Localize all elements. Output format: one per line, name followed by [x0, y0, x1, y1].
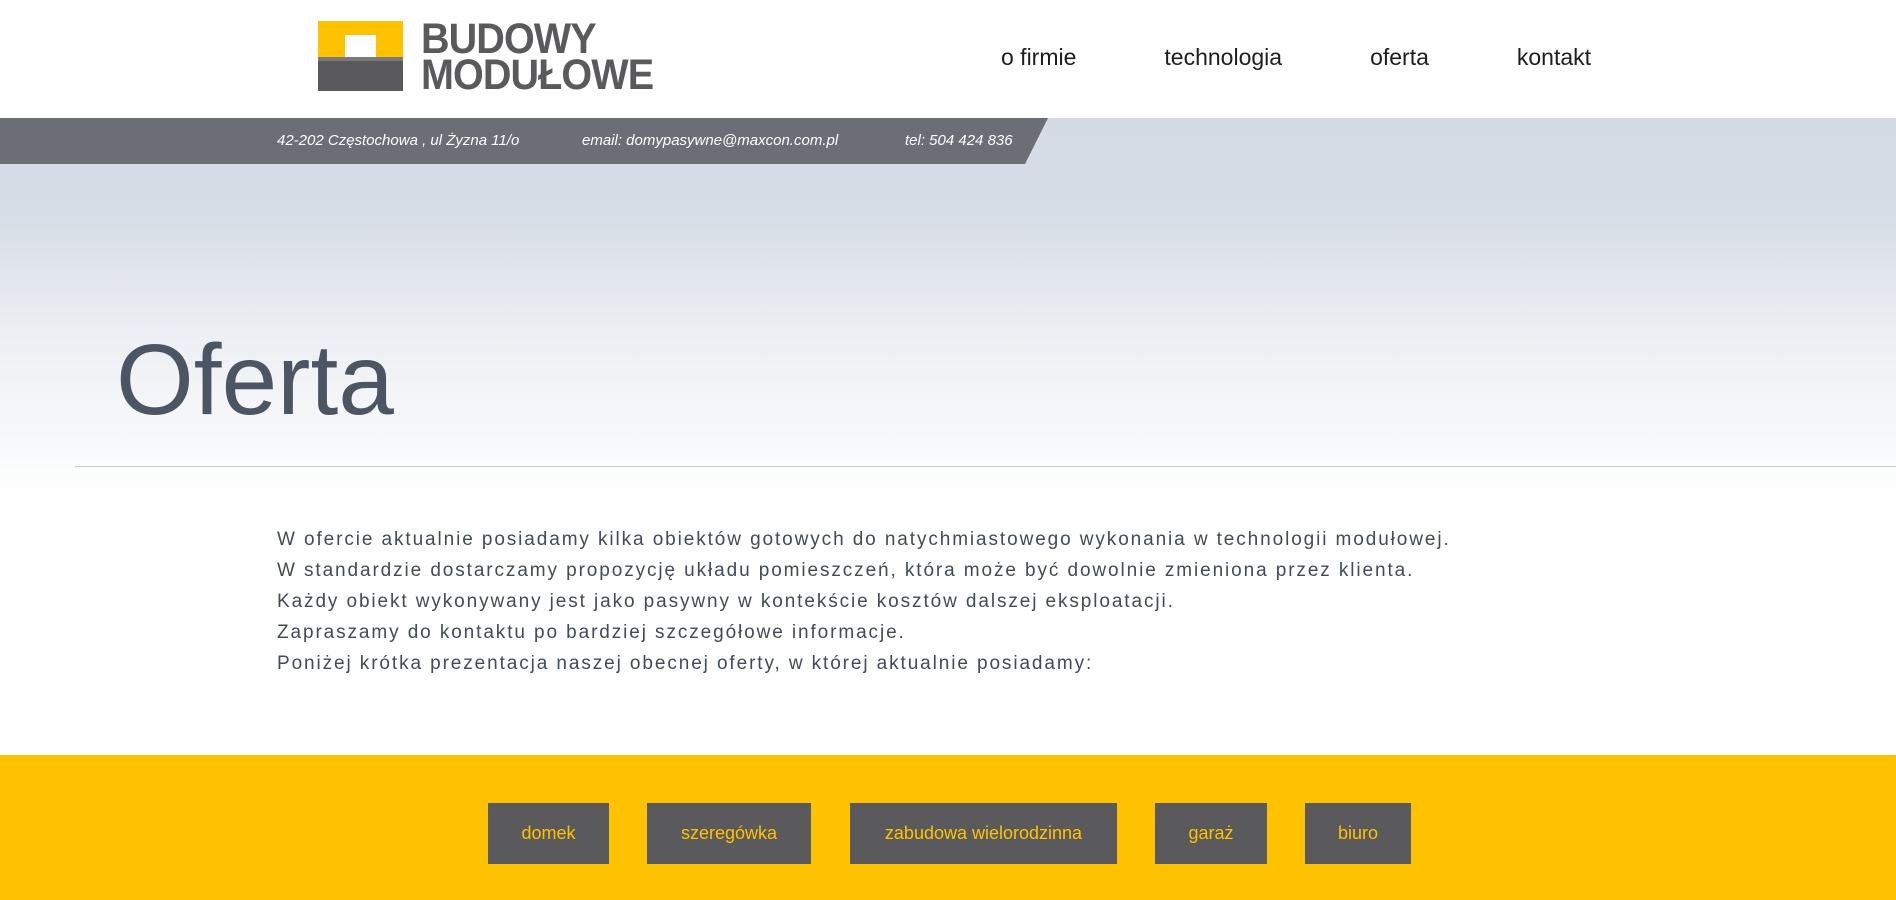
logo-mark-icon	[318, 21, 403, 91]
address-text: 42-202 Częstochowa , ul Żyzna 11/o	[277, 132, 520, 149]
paragraph-4: Zapraszamy do kontaktu po bardziej szcze…	[277, 622, 906, 643]
filter-button-zabudowa-wielorodzinna[interactable]: zabudowa wielorodzinna	[850, 803, 1117, 864]
page-title: Oferta	[116, 324, 394, 436]
main-nav: o firmie technologia oferta kontakt	[1001, 44, 1591, 71]
filter-button-szeregowka[interactable]: szeregówka	[647, 803, 811, 864]
filter-button-domek[interactable]: domek	[488, 803, 609, 864]
phone-link[interactable]: tel: 504 424 836	[905, 132, 1013, 149]
logo-text: BUDOWY MODUŁOWE	[421, 18, 654, 99]
filter-button-biuro[interactable]: biuro	[1305, 803, 1411, 864]
paragraph-5: Poniżej krótka prezentacja naszej obecne…	[277, 653, 1094, 674]
site-header: BUDOWY MODUŁOWE o firmie technologia ofe…	[0, 0, 1896, 118]
info-bar-background	[0, 118, 1048, 164]
logo[interactable]: BUDOWY MODUŁOWE	[318, 18, 673, 99]
nav-item-oferta[interactable]: oferta	[1370, 44, 1429, 71]
hero-background	[0, 118, 1896, 508]
paragraph-3: Każdy obiekt wykonywany jest jako pasywn…	[277, 591, 1175, 612]
filter-button-garaz[interactable]: garaż	[1155, 803, 1267, 864]
nav-item-kontakt[interactable]: kontakt	[1517, 44, 1591, 71]
paragraph-2: W standardzie dostarczamy propozycję ukł…	[277, 560, 1415, 581]
nav-item-o-firmie[interactable]: o firmie	[1001, 44, 1076, 71]
email-link[interactable]: email: domypasywne@maxcon.com.pl	[582, 132, 838, 149]
logo-line-2: MODUŁOWE	[421, 51, 654, 99]
contact-info-bar: 42-202 Częstochowa , ul Żyzna 11/o email…	[0, 118, 1048, 164]
title-divider	[75, 466, 1896, 467]
offer-description: W ofercie aktualnie posiadamy kilka obie…	[277, 524, 1727, 679]
nav-item-technologia[interactable]: technologia	[1164, 44, 1282, 71]
paragraph-1: W ofercie aktualnie posiadamy kilka obie…	[277, 529, 1451, 550]
